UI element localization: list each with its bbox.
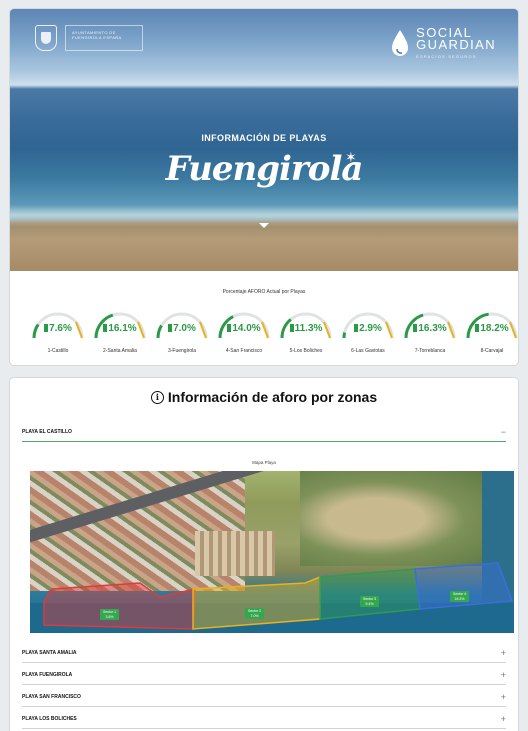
- gauge-label: 5-Los Boliches: [289, 348, 323, 354]
- gauge-label: 4-San Francisco: [225, 348, 263, 354]
- expand-icon[interactable]: +: [501, 692, 506, 702]
- sector-name: Sector 2: [248, 609, 262, 613]
- starfish-icon: ✶: [345, 149, 357, 165]
- gauge-value: 16.1%: [92, 323, 148, 334]
- scroll-down-icon[interactable]: [259, 223, 269, 228]
- bar-icon: [413, 324, 418, 332]
- collapse-icon[interactable]: −: [501, 427, 506, 437]
- drop-icon: [392, 30, 409, 56]
- accordion-divider: [22, 662, 506, 663]
- hero-script-title: Fuengirola: [165, 149, 364, 189]
- gauge-value: 14.0%: [216, 323, 272, 334]
- gauge-value: 16.3%: [402, 323, 458, 334]
- crest-icon: [35, 25, 57, 51]
- sector-value: 9.4%: [365, 601, 374, 606]
- bar-icon: [289, 324, 294, 332]
- gauge-beach-7: 16.3% 7-Torreblanca: [402, 308, 458, 358]
- gauge-beach-3: 7.0% 3-Fuengirola: [154, 308, 210, 358]
- gauge-value: 7.0%: [154, 323, 210, 334]
- municipality-logo[interactable]: AYUNTAMIENTO DE FUENGIROLA ESPAÑA: [35, 25, 143, 51]
- beach-overview-card: AYUNTAMIENTO DE FUENGIROLA ESPAÑA SOCIAL…: [10, 9, 518, 365]
- gauge-beach-6: 2.9% 6-Las Gaviotas: [340, 308, 396, 358]
- bar-icon: [44, 324, 49, 332]
- sector-name: Sector 3: [363, 597, 377, 601]
- accordion-item[interactable]: PLAYA SANTA AMALIA +: [22, 646, 506, 660]
- accordion-item-el-castillo[interactable]: PLAYA EL CASTILLO −: [22, 425, 506, 439]
- gauge-value: 7.6%: [30, 323, 86, 334]
- accordion-item-label: PLAYA LOS BOLICHES: [22, 716, 77, 722]
- accordion-divider: [22, 684, 506, 685]
- sector-value: 16.3%: [454, 596, 465, 601]
- gauge-label: 6-Las Gaviotas: [351, 348, 385, 354]
- sector-name: Sector 1: [103, 610, 117, 614]
- sector-badge-4: Sector 4 16.3%: [450, 591, 470, 602]
- municipality-text: AYUNTAMIENTO DE FUENGIROLA ESPAÑA: [65, 25, 143, 51]
- gauge-value: 18.2%: [464, 323, 518, 334]
- accordion-divider: [22, 728, 506, 729]
- brand-line2: GUARDIAN: [416, 37, 496, 52]
- hero-banner: AYUNTAMIENTO DE FUENGIROLA ESPAÑA SOCIAL…: [10, 9, 518, 271]
- accordion-item-label: PLAYA SANTA AMALIA: [22, 650, 77, 656]
- bar-icon: [227, 324, 232, 332]
- expand-icon[interactable]: +: [501, 714, 506, 724]
- gauge-label: 8-Carvajal: [480, 348, 504, 354]
- sector-area-3[interactable]: [319, 568, 421, 620]
- expand-icon[interactable]: +: [501, 648, 506, 658]
- hero-kicker: INFORMACIÓN DE PLAYAS: [201, 133, 327, 143]
- zones-title-text: Información de aforo por zonas: [167, 389, 378, 405]
- sector-value: 3.6%: [105, 614, 114, 619]
- gauge-label: 3-Fuengirola: [167, 348, 197, 354]
- info-icon: i: [150, 390, 164, 404]
- sector-badge-2: Sector 2 7.0%: [245, 608, 265, 619]
- beach-map[interactable]: Sector 1 3.6% Sector 2 7.0% Sector 3 9.4% Sect…: [30, 471, 514, 633]
- accordion-divider: [22, 441, 506, 442]
- accordion-item-label: PLAYA FUENGIROLA: [22, 672, 73, 678]
- expand-icon[interactable]: +: [501, 670, 506, 680]
- map-caption: Mapa Playa: [252, 460, 276, 465]
- gauges-caption: Porcentaje AFORO Actual por Playas: [222, 289, 306, 295]
- accordion-item-label: PLAYA EL CASTILLO: [22, 429, 72, 435]
- social-guardian-logo[interactable]: SOCIAL GUARDIAN ESPACIOS SEGUROS: [390, 26, 496, 59]
- sector-name: Sector 4: [453, 592, 467, 596]
- gauge-label: 7-Torreblanca: [414, 348, 446, 354]
- gauge-beach-5: 11.3% 5-Los Boliches: [278, 308, 334, 358]
- gauge-beach-1: 7.6% 1-Castillo: [30, 308, 86, 358]
- gauge-beach-8: 18.2% 8-Carvajal: [464, 308, 518, 358]
- accordion-item[interactable]: PLAYA LOS BOLICHES +: [22, 712, 506, 726]
- sector-area-1[interactable]: [43, 582, 196, 630]
- accordion-item[interactable]: PLAYA FUENGIROLA +: [22, 668, 506, 682]
- accordion-item-label: PLAYA SAN FRANCISCO: [22, 694, 81, 700]
- gauge-beach-4: 14.0% 4-San Francisco: [216, 308, 272, 358]
- gauge-label: 1-Castillo: [47, 348, 69, 354]
- bar-icon: [168, 324, 173, 332]
- sector-value: 7.0%: [250, 613, 259, 618]
- sector-area-2[interactable]: [192, 575, 321, 630]
- sector-badge-1: Sector 1 3.6%: [100, 609, 120, 620]
- sector-area-4[interactable]: [414, 562, 514, 610]
- zones-card: i Información de aforo por zonas PLAYA E…: [10, 378, 518, 731]
- bar-icon: [475, 324, 480, 332]
- accordion-divider: [22, 706, 506, 707]
- brand-tagline: ESPACIOS SEGUROS: [416, 54, 477, 59]
- bar-icon: [354, 324, 359, 332]
- sector-badge-3: Sector 3 9.4%: [360, 596, 380, 607]
- bar-icon: [103, 324, 108, 332]
- zones-title: i Información de aforo por zonas: [10, 389, 518, 405]
- gauge-label: 2-Santa Amalia: [103, 348, 137, 354]
- gauge-value: 2.9%: [340, 323, 396, 334]
- gauge-value: 11.3%: [278, 323, 334, 334]
- gauge-beach-2: 16.1% 2-Santa Amalia: [92, 308, 148, 358]
- accordion-item[interactable]: PLAYA SAN FRANCISCO +: [22, 690, 506, 704]
